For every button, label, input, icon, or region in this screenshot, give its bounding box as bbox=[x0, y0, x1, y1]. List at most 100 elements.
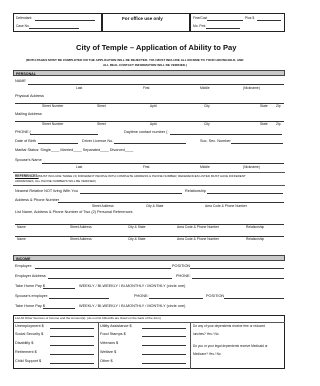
nearest-relationship-field[interactable] bbox=[207, 193, 283, 194]
name-middle: Middle bbox=[200, 86, 210, 90]
medicaid-question: Do you or your legal dependents receive … bbox=[193, 344, 268, 348]
personal-section-label: PERSONAL bbox=[16, 72, 36, 76]
phys-street-number: Street Number bbox=[42, 104, 64, 108]
warning-line-1: (BOTH PAGES MUST BE COMPLETED OR THE APP… bbox=[26, 58, 244, 62]
spouse-employer-field[interactable] bbox=[49, 298, 109, 299]
veterans-label: Veterans $ bbox=[100, 341, 119, 345]
mo-pmt-field[interactable] bbox=[206, 28, 240, 29]
spouse-name-field[interactable] bbox=[42, 163, 284, 164]
food-stamps-field[interactable] bbox=[142, 336, 186, 337]
nearest-relative-field[interactable] bbox=[80, 193, 182, 194]
spouse-take-home-field[interactable] bbox=[43, 308, 75, 309]
spouse-phone-label: PHONE: bbox=[134, 294, 149, 298]
address-phone-field[interactable] bbox=[58, 202, 284, 203]
employer-phone-field[interactable] bbox=[192, 278, 284, 279]
spouse-pay-frequency[interactable]: WEEKLY / BI-WEEKLY / BI-MONTHLY / MONTHL… bbox=[79, 304, 185, 309]
spouse-employer-label: Spouse's employer: bbox=[15, 294, 49, 298]
lunch-answer[interactable]: lunches? Yes / No bbox=[193, 332, 219, 336]
income-section-label: INCOME bbox=[16, 257, 31, 261]
mail-state: State bbox=[260, 122, 268, 126]
ref1-area-code: Area Code & Phone Number bbox=[177, 225, 219, 229]
list-two-references: List Name, Address & Phone Number of Two… bbox=[15, 210, 133, 214]
take-home-label: Take Home Pay $ bbox=[15, 284, 45, 288]
mailing-address-label: Mailing Address bbox=[15, 112, 42, 116]
welfare-field[interactable] bbox=[142, 354, 186, 355]
position-label: POSITION bbox=[172, 264, 191, 268]
case-label: Case No. bbox=[16, 24, 30, 28]
references-top-line bbox=[13, 172, 285, 173]
retirement-field[interactable] bbox=[50, 354, 94, 355]
defendant-field[interactable] bbox=[35, 20, 95, 21]
social-security-field[interactable] bbox=[50, 336, 94, 337]
phys-zip: Zip bbox=[276, 104, 281, 108]
other-income-heading: List All Other Sources of Income and the… bbox=[15, 316, 161, 320]
reference-1-field[interactable] bbox=[15, 224, 284, 225]
phys-apt: Apt# bbox=[150, 104, 157, 108]
dl-field[interactable] bbox=[114, 143, 186, 144]
page-title: City of Temple – Application of Ability … bbox=[76, 43, 237, 52]
references-note-line bbox=[13, 185, 285, 186]
ref1-street-address: Street Address bbox=[70, 225, 92, 229]
rel-area-code: Area Code & Phone Number bbox=[205, 204, 247, 208]
employer-field[interactable] bbox=[35, 268, 171, 269]
spouse-name-label: Spouse's Name bbox=[15, 158, 42, 162]
utility-assistance-field[interactable] bbox=[142, 328, 186, 329]
spouse-take-home-label: Take Home Pay $ bbox=[15, 304, 45, 308]
mail-street: Street bbox=[97, 122, 106, 126]
plus-label: Plus $ bbox=[245, 16, 255, 20]
veterans-field[interactable] bbox=[142, 345, 186, 346]
reference-2-field[interactable] bbox=[15, 236, 284, 237]
mail-zip: Zip bbox=[276, 122, 281, 126]
ref2-name: Name bbox=[17, 237, 26, 241]
mail-city: City bbox=[204, 122, 210, 126]
daytime-label: Daytime contact number ( bbox=[124, 130, 168, 134]
mail-apt: Apt# bbox=[150, 122, 157, 126]
pay-frequency[interactable]: WEEKLY / BI-WEEKLY / BI-MONTHLY / MONTHL… bbox=[79, 284, 185, 289]
references-note-2: ADDRESSES. ALL PHONE NUMBERS WILL BE VER… bbox=[15, 179, 96, 183]
spouse-phone-field[interactable] bbox=[149, 298, 203, 299]
name-nickname: (Nickname) bbox=[243, 86, 260, 90]
phys-city: City bbox=[204, 104, 210, 108]
child-support-field[interactable] bbox=[50, 363, 94, 364]
child-support-label: Child Support $ bbox=[15, 359, 42, 363]
ref2-area-code: Area Code & Phone Number bbox=[177, 237, 219, 241]
unemployment-field[interactable] bbox=[50, 328, 94, 329]
dob-field[interactable] bbox=[38, 143, 78, 144]
ssn-field[interactable] bbox=[231, 143, 283, 144]
case-field[interactable] bbox=[29, 28, 79, 29]
office-use-label: For office use only bbox=[122, 16, 163, 21]
food-stamps-label: Food Stamps $ bbox=[100, 332, 126, 336]
fine-cost-field[interactable] bbox=[207, 20, 243, 21]
daytime-field[interactable] bbox=[170, 134, 282, 135]
spouse-position-field[interactable] bbox=[224, 298, 284, 299]
medicaid-answer[interactable]: Medicare? Yes / No bbox=[193, 352, 221, 356]
plus-field[interactable] bbox=[257, 20, 281, 21]
dl-label: Driver License No. bbox=[82, 139, 114, 143]
references-note-1: (MUST INCLUDE THREE (3) DIFFERENT PEOPLE… bbox=[38, 174, 246, 178]
ssn-label: Soc. Sec. Number bbox=[200, 139, 231, 143]
other-label: Other $ bbox=[100, 359, 113, 363]
name-first: First bbox=[143, 86, 150, 90]
employer-phone-label: PHONE: bbox=[176, 274, 191, 278]
phone-field[interactable] bbox=[30, 134, 98, 135]
nearest-relative-label: Nearest Relative NOT living With You bbox=[15, 189, 78, 193]
take-home-field[interactable] bbox=[43, 288, 75, 289]
disability-field[interactable] bbox=[50, 345, 94, 346]
fine-cost-label: Fine/Cost bbox=[193, 16, 208, 20]
income-section-bar: INCOME bbox=[13, 255, 285, 261]
spouse-position-label: POSITION bbox=[206, 294, 225, 298]
phone-label: PHONE ( bbox=[15, 130, 31, 134]
employer-address-field[interactable] bbox=[48, 278, 172, 279]
ref2-street-address: Street Address bbox=[70, 237, 92, 241]
personal-section-bar: PERSONAL bbox=[13, 70, 285, 76]
ref1-relationship: Relationship bbox=[246, 225, 265, 229]
page: { "header": { "defendant_label": "Defend… bbox=[0, 0, 298, 386]
name-last: Last bbox=[76, 86, 83, 90]
other-income-heading-line bbox=[13, 322, 285, 323]
marital-status[interactable]: Marital Status: Single____ Married____ S… bbox=[15, 148, 133, 153]
position-field[interactable] bbox=[190, 268, 284, 269]
phys-state: State bbox=[260, 104, 268, 108]
other-field[interactable] bbox=[142, 363, 186, 364]
name-field[interactable] bbox=[28, 84, 284, 85]
ref2-relationship: Relationship bbox=[246, 237, 265, 241]
